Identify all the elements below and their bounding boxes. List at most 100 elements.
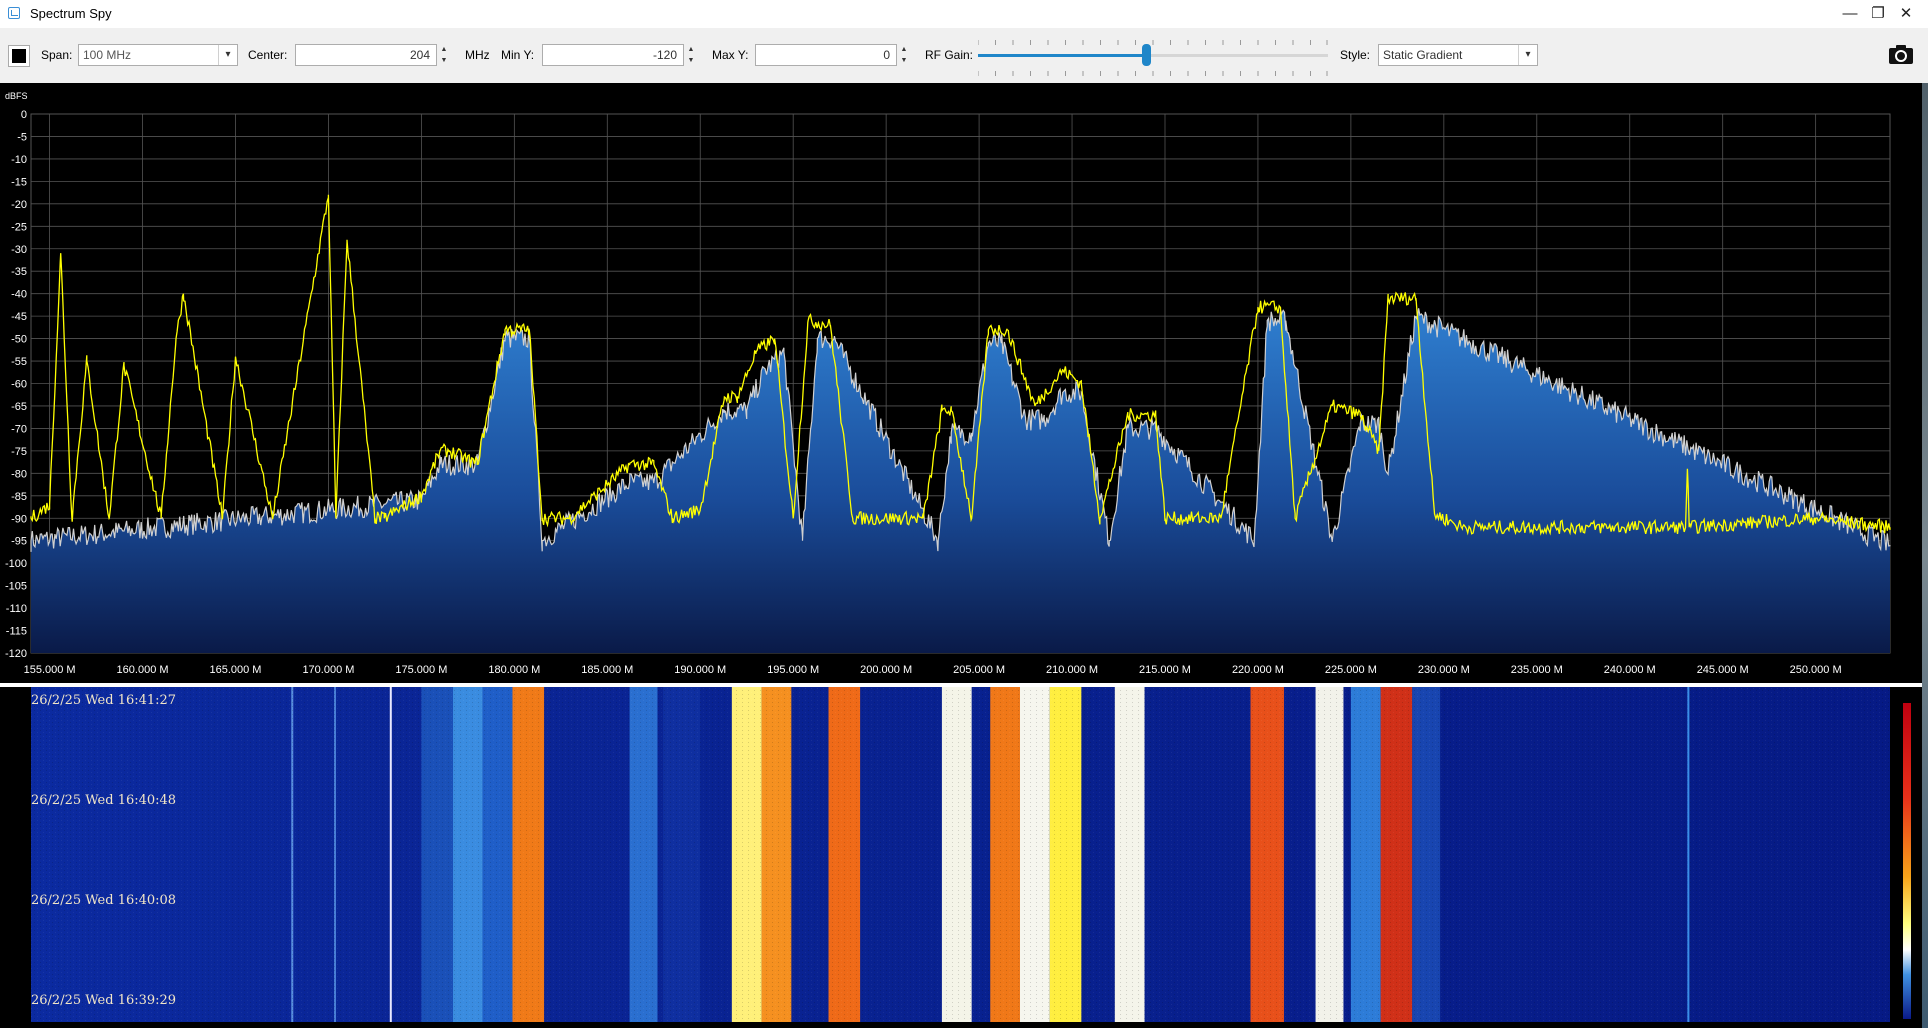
spin-down-icon[interactable]: ▼ (684, 55, 698, 66)
center-value: 204 (409, 48, 430, 62)
chevron-down-icon[interactable]: ▾ (1518, 45, 1537, 65)
x-tick-label: 180.000 M (488, 664, 540, 676)
x-tick-label: 230.000 M (1418, 664, 1470, 676)
y-tick-label: -15 (11, 176, 27, 188)
miny-stepper[interactable]: ▲ ▼ (684, 44, 698, 66)
y-tick-label: -90 (11, 513, 27, 525)
x-tick-label: 195.000 M (767, 664, 819, 676)
y-tick-label: -50 (11, 334, 27, 346)
live-spectrum-fill (31, 308, 1890, 653)
waterfall-canvas (31, 687, 1890, 1022)
camera-icon[interactable] (1888, 42, 1914, 66)
center-label: Center: (248, 48, 288, 62)
x-tick-label: 240.000 M (1604, 664, 1656, 676)
y-tick-label: -5 (17, 131, 27, 143)
spectrum-chart: dBFS 0 -5 -10 -15 -20 -25 -30 -35 -40 -45 -50 -55 -6… (5, 91, 1891, 676)
y-tick-label: -30 (11, 244, 27, 256)
waterfall-timestamp: 26/2/25 Wed 16:40:48 (31, 793, 177, 808)
y-tick-label: -35 (11, 266, 27, 278)
spin-up-icon[interactable]: ▲ (897, 44, 911, 55)
y-tick-label: -40 (11, 289, 27, 301)
y-tick-label: -105 (5, 581, 27, 593)
center-input[interactable]: 204 (295, 44, 437, 66)
x-tick-label: 175.000 M (395, 664, 447, 676)
waterfall-color-legend (1903, 703, 1911, 1019)
y-tick-label: -45 (11, 311, 27, 323)
window-title: Spectrum Spy (30, 6, 112, 21)
y-tick-label: -115 (6, 626, 27, 638)
y-tick-label: -100 (5, 558, 27, 570)
y-tick-label: -85 (11, 491, 27, 503)
style-label: Style: (1340, 48, 1371, 62)
spectrum-plot[interactable]: dBFS 0 -5 -10 -15 -20 -25 -30 -35 -40 -45 -50 -55 -6… (0, 83, 1928, 683)
x-tick-label: 235.000 M (1511, 664, 1563, 676)
y-tick-label: -80 (11, 468, 27, 480)
miny-label: Min Y: (501, 48, 535, 62)
waterfall-timestamp: 26/2/25 Wed 16:40:08 (31, 893, 177, 908)
toolbar: Span: 100 MHz ▾ Center: 204 ▲ ▼ MHz Min Y… (0, 28, 1928, 83)
y-axis-title: dBFS (5, 91, 28, 101)
spin-up-icon[interactable]: ▲ (437, 44, 451, 55)
x-tick-label: 190.000 M (674, 664, 726, 676)
y-tick-label: -60 (11, 379, 27, 391)
x-tick-label: 200.000 M (860, 664, 912, 676)
y-tick-label: -95 (11, 536, 27, 548)
x-tick-label: 220.000 M (1232, 664, 1284, 676)
style-value: Static Gradient (1383, 48, 1463, 62)
y-tick-label: -25 (11, 221, 27, 233)
maxy-input[interactable]: 0 (755, 44, 897, 66)
x-tick-label: 185.000 M (581, 664, 633, 676)
waterfall-noise (31, 687, 1890, 1022)
style-select[interactable]: Static Gradient ▾ (1378, 44, 1538, 66)
maximize-button[interactable]: ❐ (1864, 4, 1892, 24)
minimize-button[interactable]: — (1836, 4, 1864, 24)
spin-down-icon[interactable]: ▼ (437, 55, 451, 66)
title-bar: Spectrum Spy — ❐ ✕ (0, 0, 1928, 28)
trace-color-button[interactable] (8, 45, 30, 67)
span-value: 100 MHz (83, 48, 132, 62)
x-tick-label: 205.000 M (953, 664, 1005, 676)
maxy-value: 0 (883, 48, 890, 62)
waterfall-timestamp: 26/2/25 Wed 16:39:29 (31, 993, 177, 1008)
rfgain-slider-thumb[interactable] (1142, 44, 1151, 66)
y-axis-ticks: 0 -5 -10 -15 -20 -25 -30 -35 -40 -45 -50 -55 -60 -65 -… (5, 109, 27, 660)
rfgain-ticks (978, 40, 1328, 76)
miny-value: -120 (652, 48, 677, 62)
y-tick-label: -110 (6, 603, 27, 615)
x-tick-label: 215.000 M (1139, 664, 1191, 676)
x-tick-label: 170.000 M (302, 664, 354, 676)
spin-down-icon[interactable]: ▼ (897, 55, 911, 66)
color-swatch-fill (12, 49, 26, 63)
rfgain-label: RF Gain: (925, 48, 974, 62)
close-button[interactable]: ✕ (1892, 4, 1920, 24)
x-tick-label: 250.000 M (1790, 664, 1842, 676)
window-edge (1922, 83, 1928, 1028)
y-tick-label: -120 (5, 648, 27, 660)
x-axis-ticks: 155.000 M 160.000 M 165.000 M 170.000 M 175.… (24, 664, 1842, 676)
waterfall-display[interactable]: 26/2/25 Wed 16:41:27 26/2/25 Wed 16:40:4… (0, 687, 1928, 1028)
spin-up-icon[interactable]: ▲ (684, 44, 698, 55)
maxy-stepper[interactable]: ▲ ▼ (897, 44, 911, 66)
chevron-down-icon[interactable]: ▾ (218, 45, 237, 65)
y-tick-label: -70 (11, 423, 27, 435)
y-tick-label: -65 (11, 401, 27, 413)
y-tick-label: -75 (11, 446, 27, 458)
maxy-label: Max Y: (712, 48, 749, 62)
app-icon (8, 7, 20, 19)
y-tick-label: -10 (11, 154, 27, 166)
x-tick-label: 225.000 M (1325, 664, 1377, 676)
y-tick-label: -55 (11, 356, 27, 368)
x-tick-label: 155.000 M (24, 664, 76, 676)
x-tick-label: 245.000 M (1697, 664, 1749, 676)
center-unit: MHz (465, 48, 490, 62)
x-tick-label: 165.000 M (209, 664, 261, 676)
x-tick-label: 160.000 M (117, 664, 169, 676)
y-tick-label: 0 (21, 109, 27, 121)
miny-input[interactable]: -120 (542, 44, 684, 66)
span-label: Span: (41, 48, 73, 62)
y-tick-label: -20 (11, 199, 27, 211)
span-select[interactable]: 100 MHz ▾ (78, 44, 238, 66)
x-tick-label: 210.000 M (1046, 664, 1098, 676)
waterfall-timestamp: 26/2/25 Wed 16:41:27 (31, 693, 177, 708)
center-stepper[interactable]: ▲ ▼ (437, 44, 451, 66)
